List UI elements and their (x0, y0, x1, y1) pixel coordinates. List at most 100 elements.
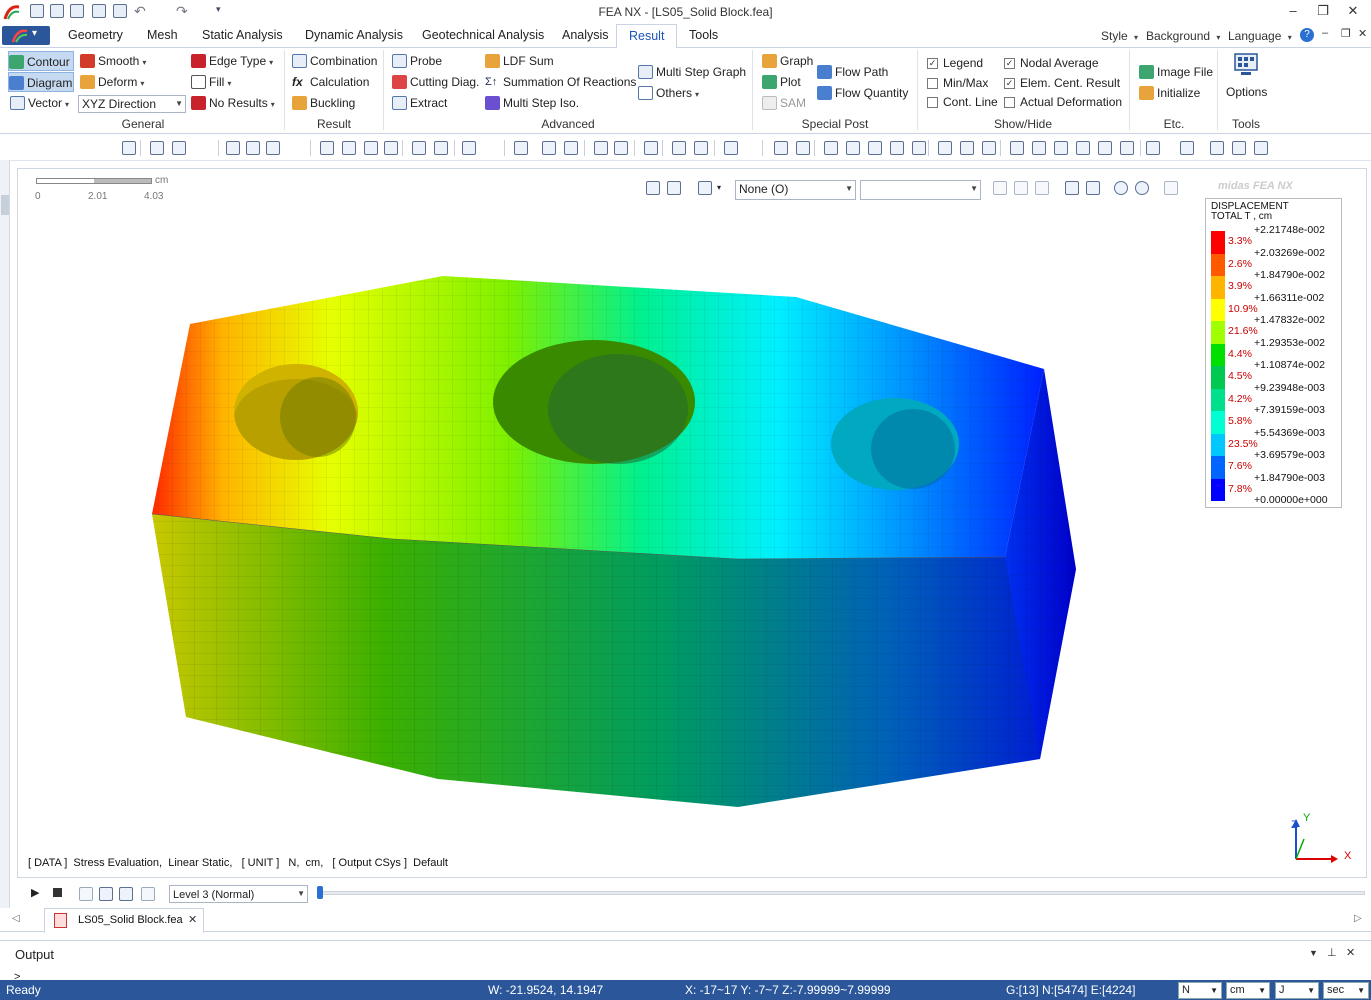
legend-checkbox[interactable]: ✓ Legend (927, 54, 983, 72)
calculation-button[interactable]: fx Calculation (292, 72, 369, 92)
toolbar-tool-icon[interactable] (320, 141, 334, 155)
background-menu[interactable]: Background ▾ (1146, 29, 1220, 43)
graph-button[interactable]: Graph (762, 51, 813, 71)
minimize-icon[interactable]: – (1283, 3, 1303, 19)
toolbar-tool-icon[interactable] (150, 141, 164, 155)
deform-button[interactable]: Deform ▾ (80, 72, 144, 92)
restore-icon[interactable]: ❐ (1313, 3, 1333, 19)
energy-unit-select[interactable]: J ▼ (1275, 982, 1319, 999)
animation-settings-icon[interactable] (119, 887, 133, 901)
toolbar-tool-icon[interactable] (614, 141, 628, 155)
dock-handle[interactable] (1, 195, 9, 215)
toolbar-tool-icon[interactable] (694, 141, 708, 155)
ldf-sum-button[interactable]: LDF Sum (485, 51, 554, 71)
ribbon-close-icon[interactable]: ✕ (1358, 27, 1367, 40)
multi-step-iso-button[interactable]: Multi Step Iso. (485, 93, 579, 113)
style-menu[interactable]: Style ▾ (1101, 29, 1138, 43)
play-icon[interactable]: ▶ (31, 886, 39, 899)
toolbar-tool-icon[interactable] (938, 141, 952, 155)
contour-button[interactable]: Contour (8, 51, 74, 71)
multi-step-graph-button[interactable]: Multi Step Graph (638, 62, 746, 82)
plot-button[interactable]: Plot (762, 72, 801, 92)
image-file-button[interactable]: Image File (1139, 62, 1213, 82)
record-icon[interactable] (99, 887, 113, 901)
toolbar-tool-icon[interactable] (1054, 141, 1068, 155)
combination-button[interactable]: Combination (292, 51, 377, 71)
toolbar-tool-icon[interactable] (594, 141, 608, 155)
toolbar-tool-icon[interactable] (412, 141, 426, 155)
flow-quantity-button[interactable]: Flow Quantity (817, 83, 908, 103)
probe-button[interactable]: Probe (392, 51, 442, 71)
tab-tools[interactable]: Tools (689, 28, 718, 42)
toolbar-tool-icon[interactable] (564, 141, 578, 155)
toolbar-tool-icon[interactable] (960, 141, 974, 155)
tab-geometry[interactable]: Geometry (68, 28, 123, 42)
extract-button[interactable]: Extract (392, 93, 447, 113)
output-menu-icon[interactable]: ▼ (1309, 948, 1318, 958)
toolbar-tool-icon[interactable] (1076, 141, 1090, 155)
save-animation-icon[interactable] (79, 887, 93, 901)
toolbar-tool-icon[interactable] (1010, 141, 1024, 155)
toolbar-tool-icon[interactable] (868, 141, 882, 155)
stop-icon[interactable] (53, 888, 62, 897)
force-unit-select[interactable]: N ▼ (1178, 982, 1222, 999)
toolbar-tool-icon[interactable] (514, 141, 528, 155)
toolbar-tool-icon[interactable] (462, 141, 476, 155)
language-menu[interactable]: Language ▾ (1228, 29, 1292, 43)
cont-line-checkbox[interactable]: Cont. Line (927, 93, 998, 111)
toolbar-tool-icon[interactable] (774, 141, 788, 155)
close-output-icon[interactable]: ✕ (1346, 946, 1355, 959)
nodal-average-checkbox[interactable]: ✓ Nodal Average (1004, 54, 1099, 72)
no-results-button[interactable]: No Results ▾ (191, 93, 275, 113)
close-window-icon[interactable]: ✕ (1343, 3, 1363, 19)
animation-slider-track[interactable] (317, 891, 1365, 895)
sam-button[interactable]: SAM (762, 93, 806, 113)
toolbar-tool-icon[interactable] (342, 141, 356, 155)
others-button[interactable]: Others ▾ (638, 83, 699, 103)
fill-button[interactable]: Fill ▾ (191, 72, 231, 92)
ribbon-restore-icon[interactable]: ❐ (1341, 27, 1351, 40)
diagram-button[interactable]: Diagram (8, 72, 74, 92)
toolbar-tool-icon[interactable] (226, 141, 240, 155)
animation-slider-thumb[interactable] (317, 886, 323, 899)
tab-analysis[interactable]: Analysis (562, 28, 609, 42)
time-unit-select[interactable]: sec ▼ (1323, 982, 1369, 999)
toolbar-tool-icon[interactable] (912, 141, 926, 155)
toolbar-tool-icon[interactable] (1120, 141, 1134, 155)
app-menu-button[interactable]: ▾ (2, 26, 50, 45)
toolbar-tool-icon[interactable] (644, 141, 658, 155)
summation-reactions-button[interactable]: Σ↑ Summation Of Reactions (485, 72, 636, 92)
toolbar-tool-icon[interactable] (542, 141, 556, 155)
tab-result[interactable]: Result (616, 24, 678, 49)
toolbar-tool-icon[interactable] (1210, 141, 1224, 155)
toolbar-tool-icon[interactable] (172, 141, 186, 155)
initialize-button[interactable]: Initialize (1139, 83, 1200, 103)
tab-geotechnical-analysis[interactable]: Geotechnical Analysis (422, 28, 544, 42)
toolbar-tool-icon[interactable] (982, 141, 996, 155)
toolbar-tool-icon[interactable] (824, 141, 838, 155)
toolbar-tool-icon[interactable] (1146, 141, 1160, 155)
tab-mesh[interactable]: Mesh (147, 28, 178, 42)
tab-scroll-right-icon[interactable]: ▷ (1354, 913, 1362, 924)
min-max-checkbox[interactable]: Min/Max (927, 74, 988, 92)
toolbar-tool-icon[interactable] (246, 141, 260, 155)
tab-dynamic-analysis[interactable]: Dynamic Analysis (305, 28, 403, 42)
toolbar-tool-icon[interactable] (1232, 141, 1246, 155)
toolbar-tool-icon[interactable] (364, 141, 378, 155)
direction-select[interactable]: XYZ Direction ▼ (78, 95, 186, 113)
toolbar-tool-icon[interactable] (796, 141, 810, 155)
edge-type-button[interactable]: Edge Type ▾ (191, 51, 273, 71)
toolbar-tool-icon[interactable] (266, 141, 280, 155)
cutting-diag-button[interactable]: Cutting Diag. (392, 72, 479, 92)
toolbar-tool-icon[interactable] (1098, 141, 1112, 155)
elem-cent-result-checkbox[interactable]: ✓ Elem. Cent. Result (1004, 74, 1120, 92)
toolbar-tool-icon[interactable] (890, 141, 904, 155)
pin-icon[interactable]: ⊥ (1327, 946, 1337, 959)
help-icon[interactable]: ? (1300, 28, 1314, 42)
close-tab-icon[interactable]: ✕ (188, 913, 197, 926)
toolbar-tool-icon[interactable] (1032, 141, 1046, 155)
flow-path-button[interactable]: Flow Path (817, 62, 888, 82)
animation-level-select[interactable]: Level 3 (Normal) ▼ (169, 885, 308, 903)
vector-button[interactable]: Vector ▾ (10, 93, 69, 113)
doc-tab-active[interactable]: LS05_Solid Block.fea ✕ (44, 908, 204, 933)
